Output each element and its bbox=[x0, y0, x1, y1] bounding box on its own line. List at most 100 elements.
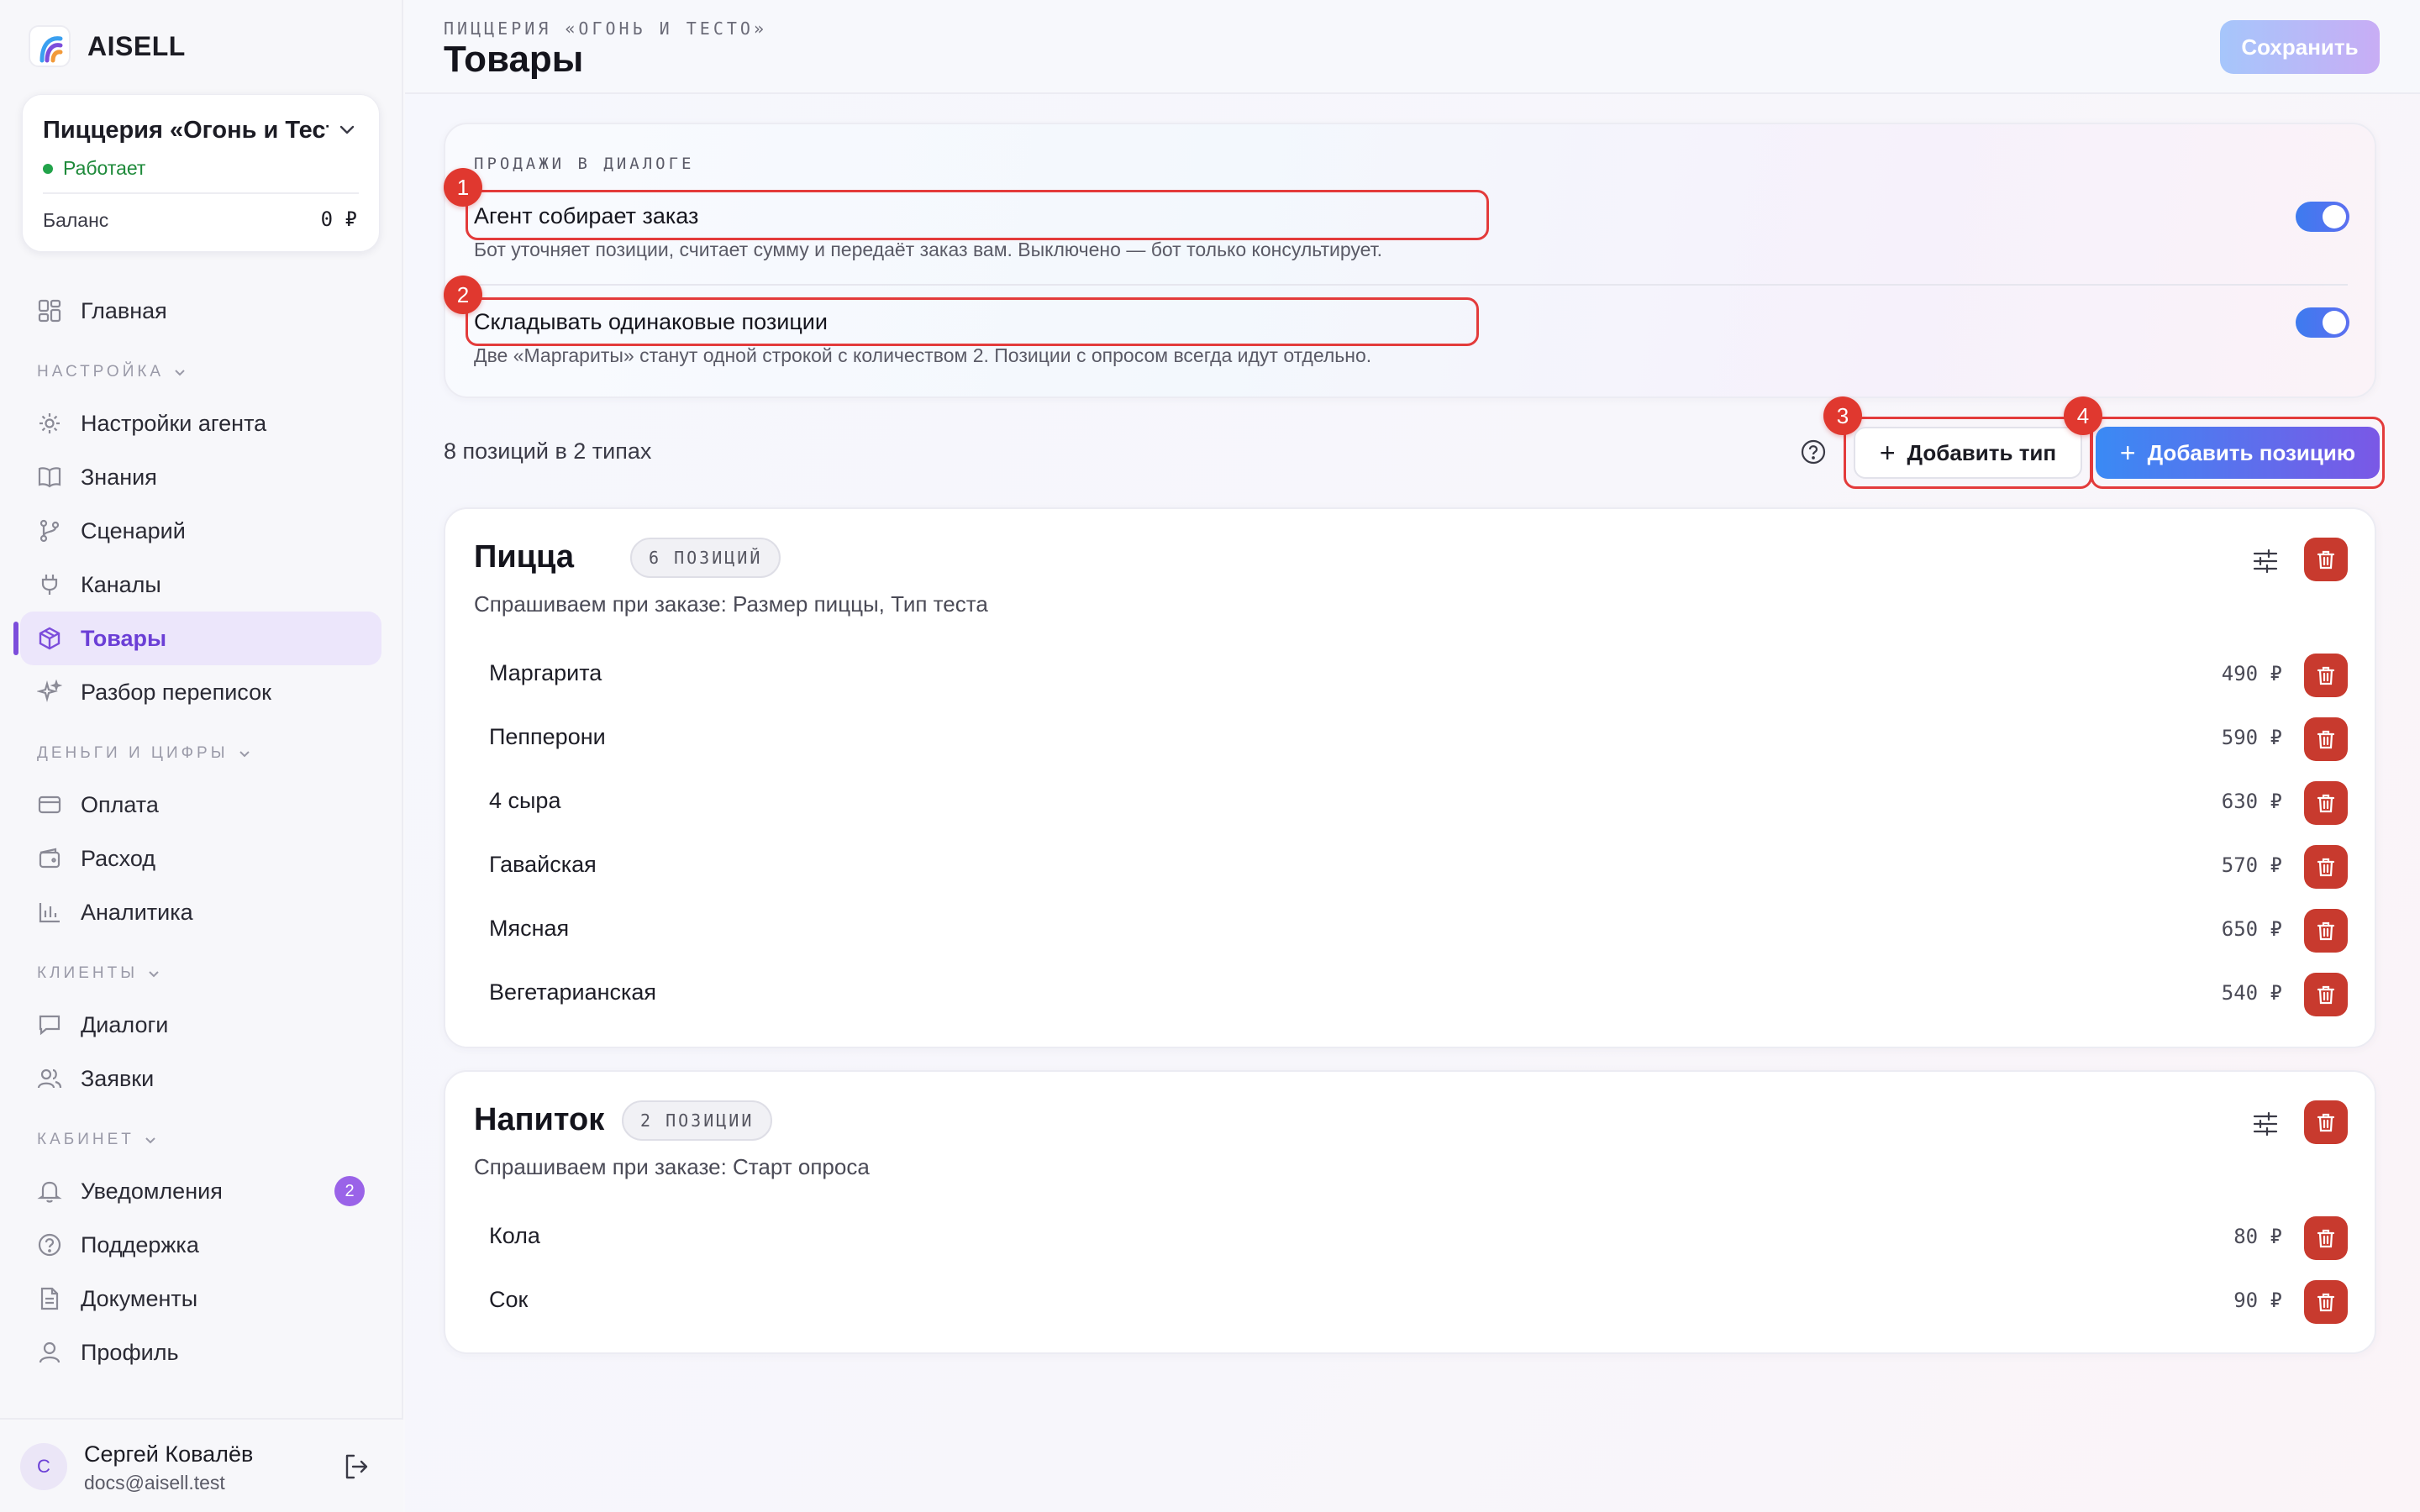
user-panel: С Сергей Ковалёв docs@aisell.test bbox=[0, 1418, 403, 1512]
delete-product-button[interactable] bbox=[2304, 973, 2348, 1016]
step-marker: 3 bbox=[1823, 396, 1862, 435]
nav-section-clients[interactable]: КЛИЕНТЫ bbox=[37, 964, 161, 983]
branch-icon bbox=[35, 517, 64, 545]
sidebar-item-label: Профиль bbox=[81, 1339, 179, 1365]
nav-section-money[interactable]: ДЕНЬГИ И ЦИФРЫ bbox=[37, 744, 252, 763]
balance-label: Баланс bbox=[43, 209, 109, 231]
step-marker: 4 bbox=[2064, 396, 2102, 435]
sidebar-item-label: Товары bbox=[81, 625, 167, 651]
category-count-badge: 2 ПОЗИЦИИ bbox=[622, 1100, 773, 1141]
sidebar-item-products[interactable]: Товары bbox=[13, 612, 381, 665]
avatar[interactable]: С bbox=[20, 1443, 67, 1490]
plus-icon: + bbox=[1879, 437, 1896, 468]
section-heading: ПРОДАЖИ В ДИАЛОГЕ bbox=[474, 155, 695, 173]
divider bbox=[474, 284, 2348, 286]
chart-icon bbox=[35, 898, 64, 927]
product-name: Вегетарианская bbox=[489, 979, 657, 1005]
trash-icon bbox=[2317, 730, 2335, 749]
product-row[interactable]: Вегетарианская 540 ₽ bbox=[445, 963, 2375, 1026]
chevron-down-icon bbox=[239, 751, 250, 758]
sidebar-item-agent-settings[interactable]: Настройки агента bbox=[20, 396, 381, 450]
collect-order-toggle[interactable] bbox=[2296, 202, 2349, 232]
product-price: 490 ₽ bbox=[2221, 662, 2282, 685]
nav-section-account[interactable]: КАБИНЕТ bbox=[37, 1131, 158, 1149]
product-row[interactable]: Сок 90 ₽ bbox=[445, 1270, 2375, 1334]
product-row[interactable]: Маргарита 490 ₽ bbox=[445, 643, 2375, 707]
add-type-button[interactable]: + Добавить тип bbox=[1854, 427, 2082, 479]
sidebar-item-home[interactable]: Главная bbox=[20, 284, 381, 338]
category-card: Напиток 2 ПОЗИЦИИ Спрашиваем при заказе:… bbox=[444, 1070, 2376, 1354]
sidebar: AISELL Пиццерия «Огонь и Тест... Работае… bbox=[0, 0, 403, 1512]
product-price: 90 ₽ bbox=[2233, 1289, 2282, 1312]
bell-icon bbox=[35, 1177, 64, 1205]
merge-identical-toggle[interactable] bbox=[2296, 307, 2349, 338]
plug-icon bbox=[35, 570, 64, 599]
brand-name: AISELL bbox=[87, 30, 186, 61]
delete-product-button[interactable] bbox=[2304, 845, 2348, 889]
delete-category-button[interactable] bbox=[2304, 538, 2348, 581]
organization-card[interactable]: Пиццерия «Огонь и Тест... Работает Балан… bbox=[22, 94, 380, 252]
sidebar-item-channels[interactable]: Каналы bbox=[20, 558, 381, 612]
sidebar-item-documents[interactable]: Документы bbox=[20, 1272, 381, 1326]
breadcrumb[interactable]: ПИЦЦЕРИЯ «ОГОНЬ И ТЕСТО» bbox=[444, 18, 767, 39]
sidebar-item-analytics[interactable]: Аналитика bbox=[20, 885, 381, 939]
product-row[interactable]: Мясная 650 ₽ bbox=[445, 899, 2375, 963]
delete-product-button[interactable] bbox=[2304, 781, 2348, 825]
user-name: Сергей Ковалёв bbox=[84, 1441, 254, 1467]
sidebar-item-support[interactable]: Поддержка bbox=[20, 1218, 381, 1272]
step-marker: 1 bbox=[444, 168, 482, 207]
balance-value: 0 ₽ bbox=[320, 207, 357, 231]
delete-product-button[interactable] bbox=[2304, 1216, 2348, 1260]
help-icon[interactable] bbox=[1800, 438, 1827, 465]
trash-icon bbox=[2317, 1113, 2335, 1132]
sidebar-item-expense[interactable]: Расход bbox=[20, 832, 381, 885]
sidebar-item-payment[interactable]: Оплата bbox=[20, 778, 381, 832]
trash-icon bbox=[2317, 1229, 2335, 1248]
sidebar-item-profile[interactable]: Профиль bbox=[20, 1326, 381, 1379]
sidebar-item-label: Расход bbox=[81, 845, 156, 871]
user-icon bbox=[35, 1338, 64, 1367]
page-header: ПИЦЦЕРИЯ «ОГОНЬ И ТЕСТО» Товары Сохранит… bbox=[405, 0, 2420, 94]
delete-product-button[interactable] bbox=[2304, 717, 2348, 761]
sidebar-item-label: Главная bbox=[81, 297, 167, 323]
product-name: Гавайская bbox=[489, 852, 597, 877]
sidebar-item-label: Заявки bbox=[81, 1065, 155, 1091]
save-button[interactable]: Сохранить bbox=[2220, 20, 2380, 74]
sidebar-item-notifications[interactable]: Уведомления 2 bbox=[20, 1164, 381, 1218]
sidebar-item-scenario[interactable]: Сценарий bbox=[20, 504, 381, 558]
sliders-icon[interactable] bbox=[2250, 546, 2281, 576]
organization-name: Пиццерия «Огонь и Тест... bbox=[43, 117, 329, 144]
sidebar-item-dialogs[interactable]: Диалоги bbox=[20, 998, 381, 1052]
trash-icon bbox=[2317, 858, 2335, 877]
sidebar-item-knowledge[interactable]: Знания bbox=[20, 450, 381, 504]
product-name: Пепперони bbox=[489, 724, 606, 749]
product-row[interactable]: 4 сыра 630 ₽ bbox=[445, 771, 2375, 835]
sidebar-item-requests[interactable]: Заявки bbox=[20, 1052, 381, 1105]
delete-category-button[interactable] bbox=[2304, 1100, 2348, 1144]
logout-icon[interactable] bbox=[341, 1452, 371, 1482]
product-price: 540 ₽ bbox=[2221, 981, 2282, 1005]
delete-product-button[interactable] bbox=[2304, 654, 2348, 697]
brand[interactable]: AISELL bbox=[29, 25, 186, 67]
product-name: 4 сыра bbox=[489, 788, 561, 813]
nav-section-settings[interactable]: НАСТРОЙКА bbox=[37, 363, 187, 381]
trash-icon bbox=[2317, 550, 2335, 570]
wallet-icon bbox=[35, 844, 64, 873]
brand-logo-icon bbox=[29, 25, 71, 67]
sidebar-item-label: Разбор переписок bbox=[81, 679, 271, 705]
sliders-icon[interactable] bbox=[2250, 1109, 2281, 1139]
box-icon bbox=[35, 624, 64, 653]
product-row[interactable]: Пепперони 590 ₽ bbox=[445, 707, 2375, 771]
product-row[interactable]: Гавайская 570 ₽ bbox=[445, 835, 2375, 899]
setting-title: Агент собирает заказ bbox=[474, 203, 699, 228]
sidebar-item-chat-review[interactable]: Разбор переписок bbox=[20, 665, 381, 719]
product-row[interactable]: Кола 80 ₽ bbox=[445, 1206, 2375, 1270]
gear-icon bbox=[35, 409, 64, 438]
delete-product-button[interactable] bbox=[2304, 909, 2348, 953]
add-position-button[interactable]: + Добавить позицию bbox=[2096, 427, 2380, 479]
trash-icon bbox=[2317, 1293, 2335, 1312]
delete-product-button[interactable] bbox=[2304, 1280, 2348, 1324]
help-icon bbox=[35, 1231, 64, 1259]
chevron-down-icon[interactable] bbox=[335, 118, 359, 142]
sales-settings-card: ПРОДАЖИ В ДИАЛОГЕ 1 Агент собирает заказ… bbox=[444, 123, 2376, 398]
